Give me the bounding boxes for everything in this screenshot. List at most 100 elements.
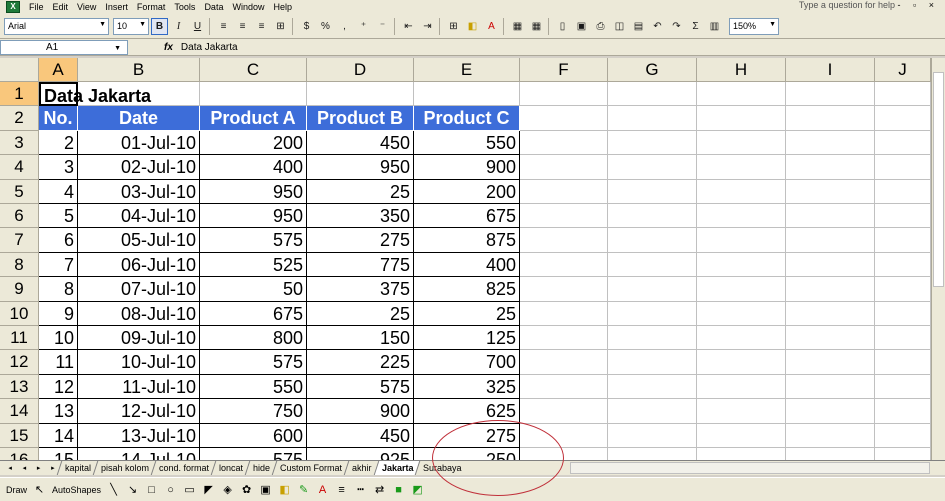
fill-color-icon[interactable]: ◧ [464,18,481,35]
diagram-icon[interactable]: ◈ [221,484,234,496]
row-header[interactable]: 10 [0,301,39,326]
grid-icon[interactable]: ▦ [528,18,545,35]
cell-a9[interactable]: 8 [39,277,78,302]
cell-i11[interactable] [786,326,875,351]
cell-i16[interactable] [786,448,875,460]
cell-g15[interactable] [608,423,697,448]
last-sheet-icon[interactable]: ▸ [51,464,55,472]
cell-e3[interactable]: 550 [414,130,520,156]
font-color-icon[interactable]: A [483,18,500,35]
new-file-icon[interactable]: ▯ [554,18,571,35]
align-right-icon[interactable]: ≡ [253,18,270,35]
decrease-decimal-icon[interactable]: ⁻ [374,18,391,35]
cell-c9[interactable]: 50 [200,277,307,302]
tab-navigation[interactable]: ◂ ◂ ▸ ▸ [0,464,60,472]
menu-help[interactable]: Help [273,2,292,12]
column-header-g[interactable]: G [608,58,697,82]
chart-wizard-icon[interactable]: ▥ [706,18,723,35]
dash-style-icon[interactable]: ┅ [354,484,367,496]
formula-input[interactable]: Data Jakarta [181,42,238,53]
tab-custom-format[interactable]: Custom Format [271,461,350,475]
bold-button[interactable]: B [151,17,168,35]
cell-b13[interactable]: 11-Jul-10 [78,374,200,400]
cell-a12[interactable]: 11 [39,350,78,375]
cell-i6[interactable] [786,204,875,229]
arrow-icon[interactable]: ↘ [126,484,139,496]
tab-jakarta[interactable]: Jakarta [373,461,421,475]
3d-style-icon[interactable]: ◩ [411,484,424,496]
row-header[interactable]: 6 [0,204,39,229]
cell-e13[interactable]: 325 [414,374,520,400]
row-header[interactable]: 3 [0,130,39,156]
menu-format[interactable]: Format [137,2,166,12]
oval-icon[interactable]: ○ [164,484,177,496]
cell-d8[interactable]: 775 [307,252,414,278]
row-header[interactable]: 11 [0,326,39,351]
draw-menu[interactable]: Draw [6,485,27,495]
help-search-input[interactable]: Type a question for help [799,0,895,10]
cell-c4[interactable]: 400 [200,155,307,180]
row-header[interactable]: 1 [0,82,39,107]
line-color-icon[interactable]: ✎ [297,484,310,496]
clipart-icon[interactable]: ✿ [240,484,253,496]
cell-e10[interactable]: 25 [414,301,520,326]
align-left-icon[interactable]: ≡ [215,18,232,35]
cell-h5[interactable] [697,179,786,204]
cell-i9[interactable] [786,277,875,302]
column-header-c[interactable]: C [200,58,307,82]
cell-d2[interactable]: Product B [307,106,414,131]
cell-e6[interactable]: 675 [414,204,520,229]
cell-e9[interactable]: 825 [414,277,520,302]
font-size-select[interactable]: 10 ▼ [113,17,149,35]
cell-i5[interactable] [786,179,875,204]
cell-j6[interactable] [875,204,931,229]
cell-a3[interactable]: 2 [39,130,78,156]
window-controls[interactable]: - ▫ × [898,0,939,10]
cell-j4[interactable] [875,155,931,180]
cell-e5[interactable]: 200 [414,179,520,204]
cell-b15[interactable]: 13-Jul-10 [78,423,200,448]
column-header-a[interactable]: A [39,58,78,82]
cell-h2[interactable] [697,106,786,131]
cell-b11[interactable]: 09-Jul-10 [78,326,200,351]
cell-b16[interactable]: 14-Jul-10 [78,448,200,460]
cell-h12[interactable] [697,350,786,375]
cell-f6[interactable] [520,204,608,229]
excel-icon[interactable]: X [6,1,20,13]
undo-icon[interactable]: ↶ [649,18,666,35]
cell-f1[interactable] [520,82,608,107]
column-header-e[interactable]: E [414,58,520,82]
cell-f9[interactable] [520,277,608,302]
cell-i4[interactable] [786,155,875,180]
textbox-icon[interactable]: ▭ [183,484,196,496]
column-header-h[interactable]: H [697,58,786,82]
decrease-indent-icon[interactable]: ⇤ [400,18,417,35]
cell-h14[interactable] [697,399,786,424]
cell-j10[interactable] [875,301,931,326]
cell-e4[interactable]: 900 [414,155,520,180]
align-center-icon[interactable]: ≡ [234,18,251,35]
cell-g11[interactable] [608,326,697,351]
wordart-icon[interactable]: ◤ [202,484,215,496]
cell-g14[interactable] [608,399,697,424]
cell-d13[interactable]: 575 [307,374,414,400]
cell-e2[interactable]: Product C [414,106,520,131]
cell-h4[interactable] [697,155,786,180]
cell-c15[interactable]: 600 [200,423,307,448]
cell-i10[interactable] [786,301,875,326]
cell-b14[interactable]: 12-Jul-10 [78,399,200,424]
cell-j15[interactable] [875,423,931,448]
cell-f14[interactable] [520,399,608,424]
cell-j14[interactable] [875,399,931,424]
percent-button[interactable]: % [317,18,334,35]
scrollbar-thumb[interactable] [933,72,944,287]
menu-tools[interactable]: Tools [174,2,195,12]
cell-i8[interactable] [786,252,875,278]
redo-icon[interactable]: ↷ [668,18,685,35]
cell-g1[interactable] [608,82,697,107]
cell-c14[interactable]: 750 [200,399,307,424]
row-header[interactable]: 4 [0,155,39,180]
menu-data[interactable]: Data [204,2,223,12]
cell-b5[interactable]: 03-Jul-10 [78,179,200,204]
comma-button[interactable]: , [336,18,353,35]
